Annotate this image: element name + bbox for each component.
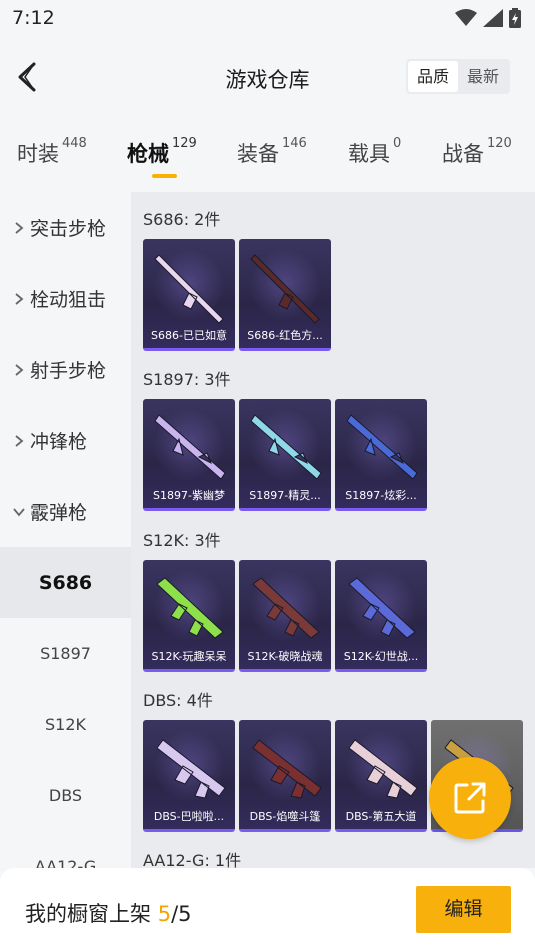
group-title: AA12-G: 1件 [143, 851, 242, 868]
group-title: S12K: 3件 [143, 531, 221, 550]
tab-label: 时装 [17, 142, 59, 166]
group-title: DBS: 4件 [143, 691, 213, 710]
shelf-current-count: 5 [157, 902, 172, 926]
tab-label: 装备 [237, 142, 279, 166]
shelf-label: 我的橱窗上架 [25, 902, 151, 926]
status-bar: 7:12 [0, 0, 535, 38]
sort-option-quality[interactable]: 品质 [408, 61, 458, 92]
tab-count: 0 [393, 136, 402, 151]
item-card-label: S1897-紫幽梦 [153, 489, 225, 502]
chevron-down-icon [13, 507, 25, 516]
chevron-right-icon [15, 292, 24, 305]
tab-vehicles[interactable]: 载具 0 [348, 136, 402, 168]
signal-icon [483, 9, 503, 27]
item-card[interactable]: S1897-炫彩... [335, 399, 427, 511]
item-card[interactable]: DBS-第五大道 [335, 720, 427, 832]
item-card-label: S686-红色方... [247, 329, 323, 342]
sidebar-item-s686[interactable]: S686 [0, 547, 131, 618]
sidebar-category-assault-rifle[interactable]: 突击步枪 [0, 192, 131, 263]
item-card-label: S1897-炫彩... [345, 489, 417, 502]
shotgun-double-icon [154, 254, 224, 324]
sort-option-newest[interactable]: 最新 [458, 61, 508, 92]
tab-fashion[interactable]: 时装 448 [17, 136, 87, 168]
status-time: 7:12 [12, 7, 55, 29]
item-card-label: DBS-巴啦啦... [153, 810, 225, 823]
item-card[interactable]: S686-已已如意 [143, 239, 235, 351]
item-card[interactable]: S12K-幻世战... [335, 560, 427, 672]
share-external-icon [454, 782, 486, 814]
item-card-label: S1897-精灵... [249, 489, 321, 502]
tab-label: 载具 [348, 142, 390, 166]
sidebar-item-s12k[interactable]: S12K [0, 689, 131, 760]
shotgun-auto-icon [348, 577, 416, 639]
wifi-icon [455, 9, 477, 26]
item-card-label: S12K-破晓战魂 [247, 650, 323, 663]
item-card-label: S686-已已如意 [151, 329, 227, 342]
battery-charging-icon [509, 8, 521, 28]
shotgun-bullpup-icon [348, 739, 418, 799]
sidebar-item-dbs[interactable]: DBS [0, 760, 131, 831]
shotgun-pump-icon [154, 414, 226, 480]
status-icons [455, 8, 521, 28]
shotgun-bullpup-icon [156, 739, 226, 799]
active-tab-indicator [152, 174, 177, 178]
group-title: S686: 2件 [143, 210, 221, 229]
item-card[interactable]: S1897-紫幽梦 [143, 399, 235, 511]
header: 游戏仓库 品质 最新 [0, 48, 535, 108]
tab-equipment[interactable]: 装备 146 [237, 136, 307, 168]
chevron-right-icon [15, 363, 24, 376]
tab-label: 枪械 [127, 142, 169, 166]
item-card[interactable]: S12K-玩趣呆呆 [143, 560, 235, 672]
sidebar-category-smg[interactable]: 冲锋枪 [0, 405, 131, 476]
sidebar-category-label: 霰弹枪 [30, 502, 88, 524]
sidebar: 突击步枪 栓动狙击 射手步枪 冲锋枪 霰弹枪 S686 S1897 S12K D… [0, 192, 131, 872]
shotgun-pump-icon [346, 414, 418, 480]
chevron-right-icon [15, 434, 24, 447]
tab-count: 146 [282, 136, 307, 151]
share-button[interactable] [429, 757, 511, 839]
sidebar-category-shotgun[interactable]: 霰弹枪 [0, 476, 131, 547]
shotgun-double-icon [250, 254, 320, 324]
edit-button[interactable]: 编辑 [416, 886, 511, 933]
sidebar-category-label: 射手步枪 [30, 360, 107, 382]
tab-supplies[interactable]: 战备 120 [442, 136, 512, 168]
category-tabs: 时装 448 枪械 129 装备 146 载具 0 战备 120 [0, 128, 535, 184]
sidebar-item-aa12g[interactable]: AA12-G [0, 831, 131, 872]
sidebar-category-marksman-rifle[interactable]: 射手步枪 [0, 334, 131, 405]
shotgun-auto-icon [156, 577, 224, 639]
shelf-total-count: /5 [171, 902, 192, 926]
chevron-right-icon [15, 221, 24, 234]
sidebar-category-label: 突击步枪 [30, 218, 107, 240]
tab-count: 120 [487, 136, 512, 151]
item-card[interactable]: S12K-破晓战魂 [239, 560, 331, 672]
sidebar-item-s1897[interactable]: S1897 [0, 618, 131, 689]
group-title: S1897: 3件 [143, 370, 231, 389]
item-card[interactable]: DBS-焰噬斗篷 [239, 720, 331, 832]
item-card-label: DBS-第五大道 [345, 810, 417, 823]
item-card[interactable]: S1897-精灵... [239, 399, 331, 511]
shelf-status: 我的橱窗上架 5/5 [25, 898, 192, 928]
sort-toggle: 品质 最新 [406, 59, 510, 94]
sidebar-category-label: 栓动狙击 [30, 289, 107, 311]
shotgun-bullpup-icon [252, 739, 322, 799]
shotgun-pump-icon [250, 414, 322, 480]
item-card[interactable]: S686-红色方... [239, 239, 331, 351]
bottom-bar: 我的橱窗上架 5/5 编辑 [0, 868, 535, 951]
sidebar-category-bolt-sniper[interactable]: 栓动狙击 [0, 263, 131, 334]
tab-count: 129 [172, 136, 197, 151]
screen: 7:12 游戏仓库 品质 最新 时装 448 枪械 129 装备 146 载具 0 战备… [0, 0, 535, 951]
tab-count: 448 [62, 136, 87, 151]
tab-guns[interactable]: 枪械 129 [127, 136, 197, 168]
item-card[interactable]: DBS-巴啦啦... [143, 720, 235, 832]
sidebar-category-label: 冲锋枪 [30, 431, 88, 453]
tab-label: 战备 [442, 142, 484, 166]
shotgun-auto-icon [252, 577, 320, 639]
item-card-label: DBS-焰噬斗篷 [249, 810, 321, 823]
item-card-label: S12K-幻世战... [343, 650, 419, 663]
item-card-label: S12K-玩趣呆呆 [151, 650, 227, 663]
